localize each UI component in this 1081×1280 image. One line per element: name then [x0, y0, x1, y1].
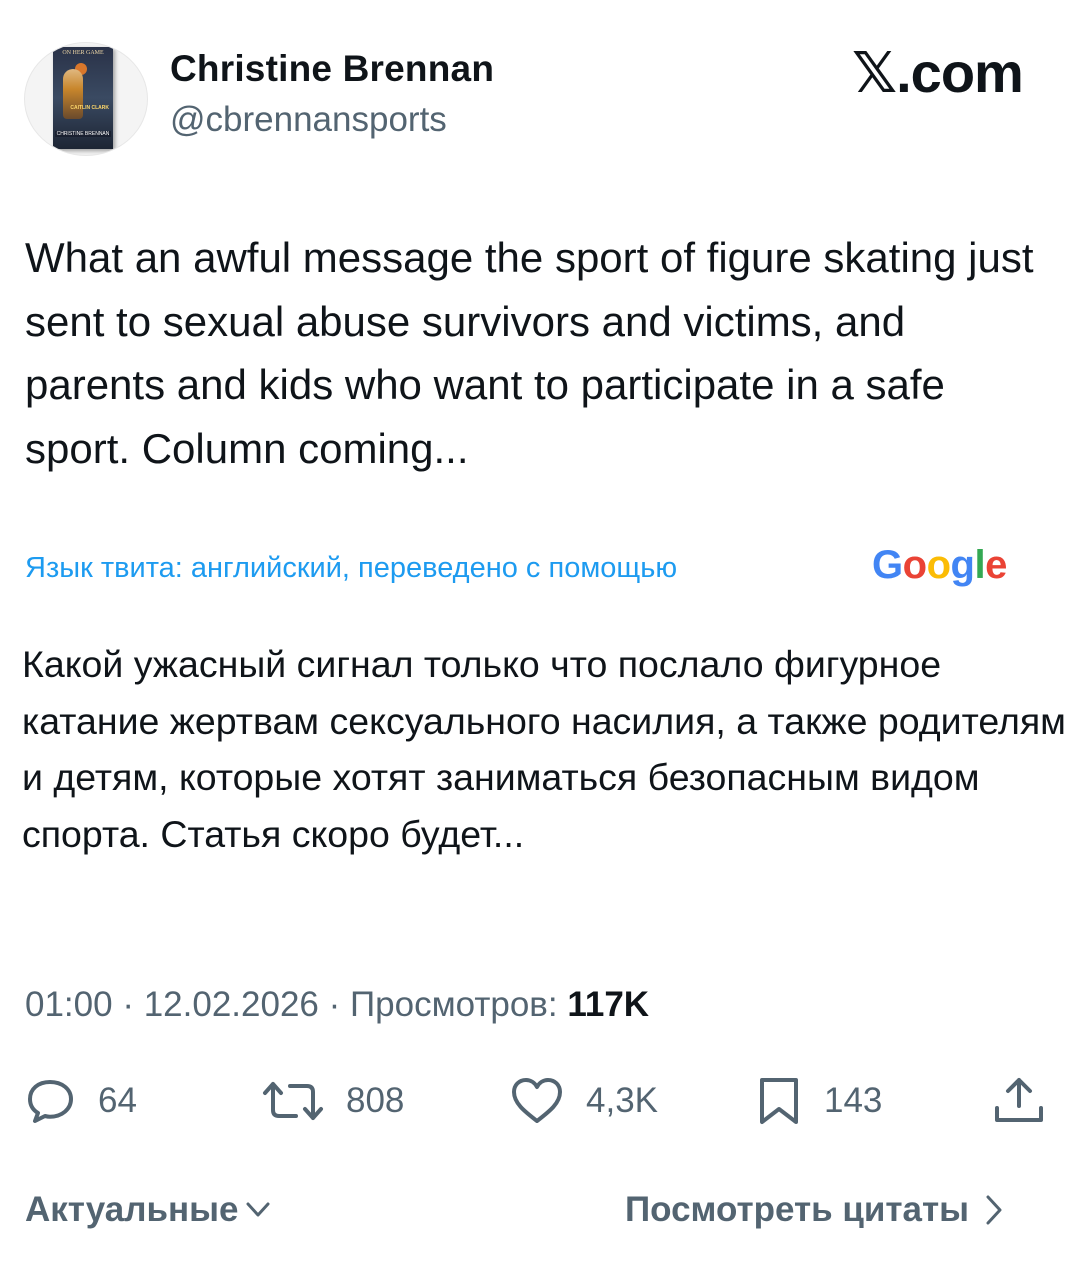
google-letter: l — [974, 543, 986, 587]
avatar[interactable]: ON HER GAME CAITLIN CLARK CHRISTINE BREN… — [24, 42, 148, 156]
retweet-button[interactable]: 808 — [262, 1074, 404, 1128]
translated-text: Какой ужасный сигнал только что послало … — [22, 643, 1066, 855]
quotes-label: Посмотреть цитаты — [625, 1190, 970, 1229]
tweet-date[interactable]: 12.02.2026 — [144, 985, 319, 1024]
bookmark-icon — [760, 1078, 798, 1124]
bookmark-button[interactable]: 143 — [756, 1074, 882, 1128]
player-figure-icon — [63, 69, 83, 119]
google-letter: o — [926, 543, 951, 587]
heart-icon — [512, 1078, 562, 1123]
x-logo: 𝕏.com — [852, 40, 1024, 106]
views-count: 117K — [567, 985, 650, 1024]
book-title: ON HER GAME — [62, 50, 104, 56]
share-icon — [995, 1078, 1043, 1122]
x-logo-mark: 𝕏 — [852, 41, 897, 106]
google-letter: o — [902, 543, 927, 587]
share-button[interactable] — [992, 1076, 1046, 1131]
meta-separator: · — [112, 985, 144, 1024]
reply-button[interactable]: 64 — [26, 1074, 137, 1128]
retweet-count: 808 — [346, 1081, 405, 1120]
google-logo: Google — [872, 543, 1007, 588]
tweet-meta: 01:00 · 12.02.2026 · Просмотров: 117K — [25, 985, 649, 1025]
chevron-right-icon — [986, 1195, 1002, 1225]
author-handle[interactable]: @cbrennansports — [170, 100, 447, 140]
sort-dropdown[interactable]: Актуальные — [25, 1190, 271, 1230]
google-letter: e — [985, 543, 1007, 587]
views-label: Просмотров: — [349, 985, 558, 1024]
chevron-down-icon — [246, 1202, 270, 1217]
like-count: 4,3K — [586, 1081, 658, 1120]
translation-label[interactable]: Язык твита: английский, переведено с пом… — [25, 552, 677, 585]
sort-label: Актуальные — [25, 1190, 239, 1229]
tweet-time[interactable]: 01:00 — [25, 985, 113, 1024]
book-author: CHRISTINE BRENNAN — [55, 131, 111, 137]
bookmark-count: 143 — [824, 1081, 883, 1120]
x-logo-domain: .com — [896, 41, 1024, 104]
tweet-text: What an awful message the sport of figur… — [25, 234, 1034, 472]
reply-count: 64 — [98, 1081, 137, 1120]
google-letter: G — [872, 543, 903, 587]
retweet-icon — [263, 1082, 323, 1120]
reply-icon — [28, 1080, 73, 1123]
author-name[interactable]: Christine Brennan — [170, 48, 494, 90]
book-subtitle: CAITLIN CLARK — [70, 105, 109, 111]
book-cover-icon: ON HER GAME CAITLIN CLARK CHRISTINE BREN… — [53, 47, 113, 149]
like-button[interactable]: 4,3K — [510, 1074, 658, 1128]
google-letter: g — [950, 543, 975, 587]
meta-separator: · — [318, 985, 350, 1024]
view-quotes-link[interactable]: Посмотреть цитаты — [625, 1190, 1003, 1230]
